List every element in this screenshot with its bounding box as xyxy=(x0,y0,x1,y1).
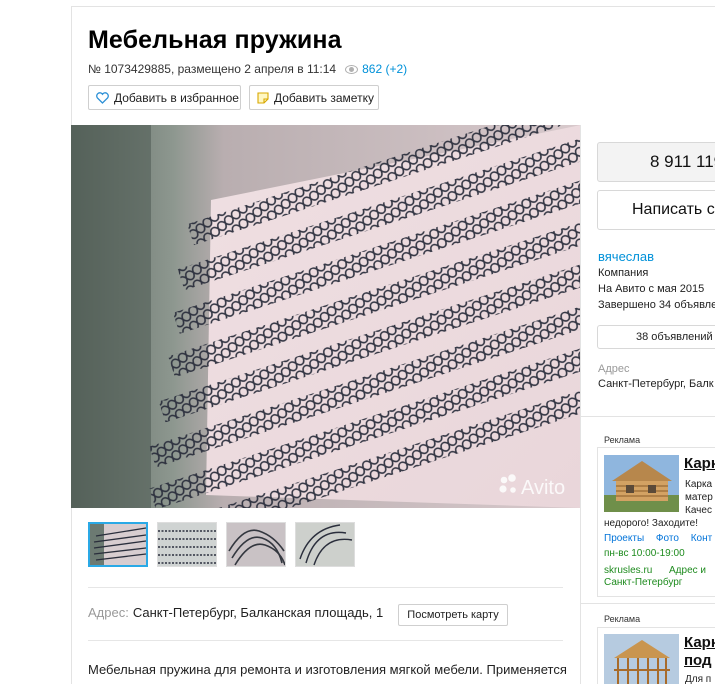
show-phone-button[interactable]: 8 911 119 xyxy=(597,142,715,182)
ad-link-projects[interactable]: Проекты xyxy=(604,533,644,544)
ad2-title-link-line2[interactable]: под xyxy=(684,652,712,669)
ad-text-line: Качес xyxy=(685,505,712,516)
seller-address-label: Адрес xyxy=(598,363,630,375)
listing-meta: № 1073429885, размещено 2 апреля в 11:14… xyxy=(88,62,407,76)
ad-text-line: Для п xyxy=(685,674,712,684)
thumbnail-3[interactable] xyxy=(226,522,286,567)
divider xyxy=(580,603,715,604)
add-note-label: Добавить заметку xyxy=(274,90,374,105)
seller-address-value: Санкт-Петербург, Балк xyxy=(598,378,714,390)
listing-number-date: № 1073429885, размещено 2 апреля в 11:14 xyxy=(88,62,337,76)
seller-completed: Завершено 34 объявле xyxy=(598,299,715,311)
seller-name-link[interactable]: вячеслав xyxy=(598,249,654,264)
address-row: Адрес: Санкт-Петербург, Балканская площа… xyxy=(88,605,383,620)
springs-photo-image: Avito xyxy=(71,125,581,508)
thumbnail-4[interactable] xyxy=(295,522,355,567)
ad-sitelinks: Проекты Фото Конт xyxy=(604,533,715,544)
address-label: Адрес: xyxy=(88,605,129,620)
page-title: Мебельная пружина xyxy=(88,26,342,54)
divider xyxy=(88,587,563,588)
ad-hours: пн-вс 10:00-19:00 xyxy=(604,548,685,559)
heart-icon xyxy=(96,91,109,104)
divider xyxy=(580,416,715,417)
watermark-text: Avito xyxy=(521,477,565,499)
ad-image-frame-house[interactable] xyxy=(604,634,679,684)
seller-ads-button[interactable]: 38 объявлений xyxy=(597,325,715,349)
views-count[interactable]: 862 (+2) xyxy=(362,62,407,76)
ad-text-line: недорого! Заходите! xyxy=(604,518,698,529)
ad-link-contacts[interactable]: Конт xyxy=(691,533,713,544)
seller-type: Компания xyxy=(598,267,649,279)
thumbnail-2[interactable] xyxy=(157,522,217,567)
description-text: Мебельная пружина для ремонта и изготовл… xyxy=(88,662,567,677)
main-photo[interactable]: Avito xyxy=(71,125,581,508)
view-map-button[interactable]: Посмотреть карту xyxy=(398,604,508,626)
ad-link-photo[interactable]: Фото xyxy=(656,533,679,544)
thumbnail-1[interactable] xyxy=(88,522,148,567)
add-to-favorites-button[interactable]: Добавить в избранное xyxy=(88,85,241,110)
seller-since: На Авито с мая 2015 xyxy=(598,283,705,295)
ad-image-house[interactable] xyxy=(604,455,679,512)
ad-city: Санкт-Петербург xyxy=(604,577,683,588)
eye-icon xyxy=(345,64,359,74)
ad2-title-link[interactable]: Карк xyxy=(684,634,715,651)
ad-domain[interactable]: skrusles.ru xyxy=(604,565,652,576)
ad-address-link[interactable]: Адрес и xyxy=(669,565,706,576)
ad-label: Реклама xyxy=(604,614,641,624)
divider xyxy=(88,640,563,641)
ad-title-link[interactable]: Карк xyxy=(684,455,715,472)
photo-thumbnails xyxy=(88,522,364,567)
add-to-favorites-label: Добавить в избранное xyxy=(114,90,239,105)
ad-label: Реклама xyxy=(604,435,641,445)
add-note-button[interactable]: Добавить заметку xyxy=(249,85,379,110)
note-icon xyxy=(257,91,269,104)
write-seller-button[interactable]: Написать с xyxy=(597,190,715,230)
ad-text-line: матер xyxy=(685,492,713,503)
address-value: Санкт-Петербург, Балканская площадь, 1 xyxy=(132,605,384,620)
column-divider xyxy=(580,125,581,684)
ad-text-line: Карка xyxy=(685,479,713,490)
